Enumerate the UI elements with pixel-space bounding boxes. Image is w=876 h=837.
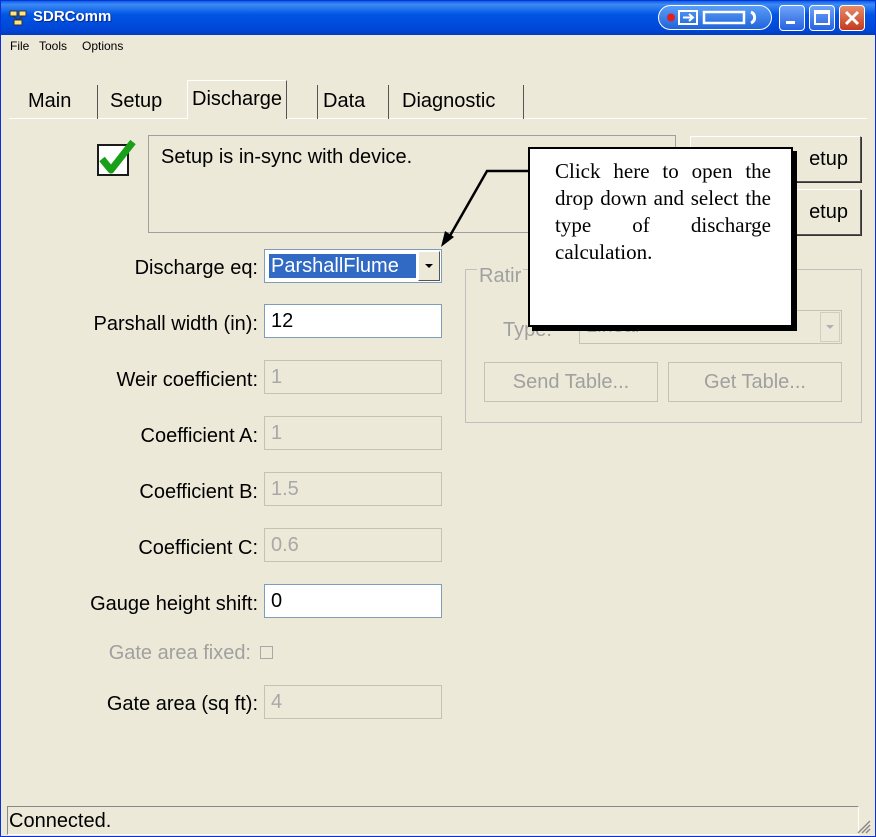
gate-area-label: Gate area (sq ft): <box>106 693 258 715</box>
parshall-width-label: Parshall width (in): <box>93 313 258 335</box>
minimize-button[interactable] <box>779 5 805 31</box>
dropdown-arrow-button[interactable] <box>418 251 440 281</box>
weir-coefficient-label: Weir coefficient: <box>116 369 258 391</box>
menu-bar: File Tools Options <box>1 35 875 57</box>
status-panel <box>7 806 859 835</box>
tab-main[interactable]: Main <box>28 83 71 119</box>
parshall-width-input[interactable]: 12 <box>264 304 442 338</box>
tab-divider <box>97 85 98 119</box>
weir-coefficient-input: 1 <box>264 360 442 394</box>
tab-divider <box>523 85 524 119</box>
menu-options[interactable]: Options <box>82 39 123 53</box>
resize-grip-icon[interactable] <box>855 818 871 834</box>
coefficient-b-label: Coefficient B: <box>139 481 258 503</box>
gate-area-input: 4 <box>264 685 442 719</box>
rating-type-arrow <box>820 312 840 342</box>
app-window: SDRComm File Tools Options Main Setup Di… <box>0 0 876 837</box>
sync-status-text: Setup is in-sync with device. <box>161 146 413 168</box>
coefficient-a-input: 1 <box>264 416 442 450</box>
menu-file[interactable]: File <box>10 39 29 53</box>
gauge-height-shift-input[interactable]: 0 <box>264 584 442 618</box>
tab-discharge-label: Discharge <box>192 88 283 110</box>
tab-data[interactable]: Data <box>323 83 365 119</box>
callout-arrow <box>441 169 528 247</box>
connection-status: Connected. <box>9 810 112 832</box>
gauge-height-shift-label: Gauge height shift: <box>90 593 258 615</box>
discharge-eq-dropdown[interactable]: ParshallFlume <box>264 249 442 283</box>
coefficient-c-input: 0.6 <box>264 528 442 562</box>
send-table-button: Send Table... <box>484 362 658 402</box>
setup-button-2-label: etup <box>809 201 848 223</box>
gate-area-fixed-label: Gate area fixed: <box>108 642 251 664</box>
extra-titlebar-control[interactable] <box>658 5 772 30</box>
tab-divider <box>388 85 389 119</box>
maximize-icon <box>814 10 830 25</box>
chevron-down-icon <box>826 325 834 329</box>
coefficient-b-input: 1.5 <box>264 472 442 506</box>
close-icon <box>844 10 860 26</box>
tab-diagnostic[interactable]: Diagnostic <box>402 83 495 119</box>
title-bar[interactable]: SDRComm <box>1 1 875 35</box>
titlebar-extra-icons <box>667 10 757 25</box>
gate-area-fixed-checkbox <box>260 646 273 659</box>
close-button[interactable] <box>839 5 865 31</box>
tab-divider <box>317 85 318 119</box>
chevron-down-icon <box>425 264 433 268</box>
tab-discharge[interactable]: Discharge <box>187 80 288 119</box>
status-bar: Connected. <box>1 804 875 836</box>
window-title: SDRComm <box>33 8 112 25</box>
annotation-callout: Click here to open the drop down and sel… <box>528 147 793 327</box>
maximize-button[interactable] <box>809 5 835 31</box>
app-network-icon <box>9 10 27 26</box>
menu-tools[interactable]: Tools <box>39 39 67 53</box>
coefficient-c-label: Coefficient C: <box>138 537 258 559</box>
tab-setup[interactable]: Setup <box>110 83 162 119</box>
setup-button-1-label: etup <box>809 148 848 170</box>
discharge-eq-value: ParshallFlume <box>269 254 416 278</box>
discharge-eq-label: Discharge eq: <box>134 257 258 279</box>
check-icon <box>97 139 136 176</box>
coefficient-a-label: Coefficient A: <box>140 425 258 447</box>
get-table-button: Get Table... <box>668 362 842 402</box>
minimize-icon <box>786 21 795 24</box>
rating-group-legend: Ratir <box>477 265 524 288</box>
